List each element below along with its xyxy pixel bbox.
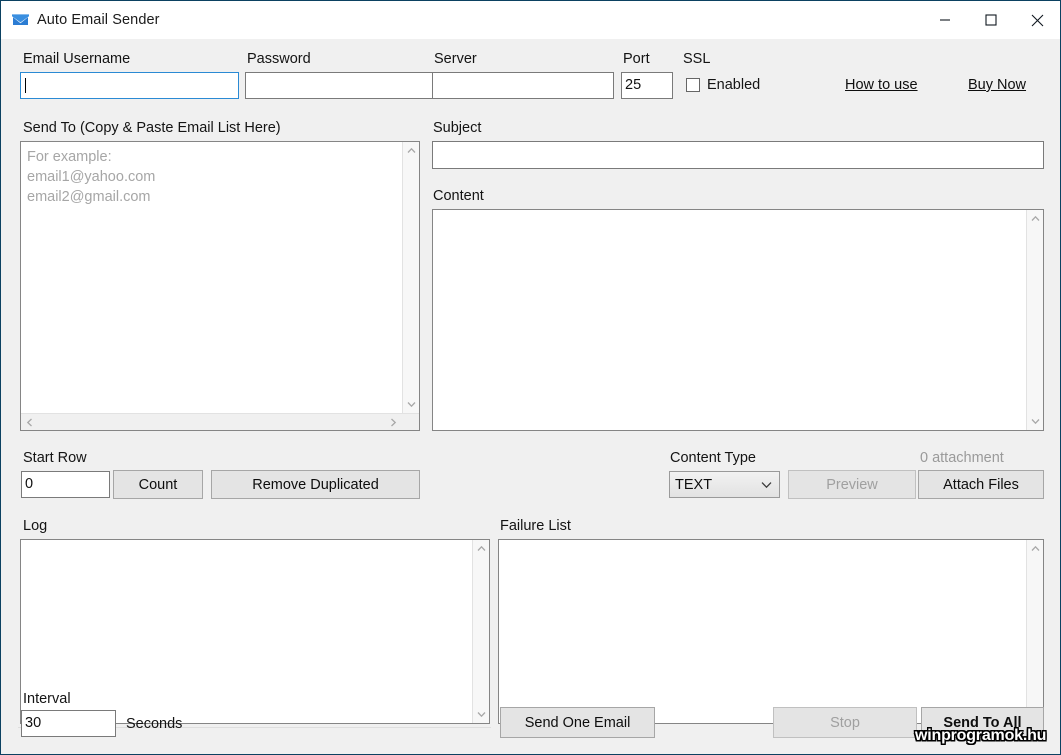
start-row-label: Start Row [23,450,87,466]
log-vertical-scrollbar[interactable] [472,540,489,723]
window-title: Auto Email Sender [37,12,160,28]
failure-list-vertical-scrollbar[interactable] [1026,540,1043,723]
send-one-email-button[interactable]: Send One Email [500,707,655,738]
chevron-up-icon[interactable] [403,142,420,159]
ssl-enabled-label: Enabled [707,77,761,93]
ssl-enabled-checkbox[interactable]: Enabled [686,77,760,93]
interval-label: Interval [23,691,71,707]
content-vertical-scrollbar[interactable] [1026,210,1043,430]
subject-input[interactable] [432,141,1044,169]
chevron-down-icon[interactable] [473,706,490,723]
content-type-value: TEXT [675,476,713,493]
stop-button[interactable]: Stop [773,707,917,738]
title-bar: Auto Email Sender [1,1,1060,39]
password-label: Password [247,51,311,67]
chevron-down-icon [753,481,779,489]
send-to-vertical-scrollbar[interactable] [402,142,419,413]
watermark: winprogramok.hu [915,727,1047,744]
chevron-up-icon[interactable] [1027,210,1044,227]
chevron-left-icon[interactable] [21,414,38,431]
chevron-up-icon[interactable] [473,540,490,557]
remove-duplicated-button[interactable]: Remove Duplicated [211,470,420,499]
application-window: Auto Email Sender Email Username Passwor… [0,0,1061,755]
content-textarea[interactable] [432,209,1044,431]
preview-button[interactable]: Preview [788,470,916,499]
failure-list-label: Failure List [500,518,571,534]
content-label: Content [433,188,484,204]
send-to-label: Send To (Copy & Paste Email List Here) [23,120,281,136]
port-label: Port [623,51,650,67]
send-to-placeholder: For example: email1@yahoo.com email2@gma… [27,149,156,205]
chevron-down-icon[interactable] [1027,413,1044,430]
close-button[interactable] [1014,1,1060,39]
minimize-button[interactable] [922,1,968,39]
client-area: Email Username Password Server Port 25 S… [2,39,1059,753]
checkbox-box [686,78,700,92]
envelope-icon [12,12,29,28]
ssl-label: SSL [683,51,711,67]
chevron-down-icon[interactable] [403,396,420,413]
password-input[interactable] [245,72,435,99]
chevron-up-icon[interactable] [1027,540,1044,557]
start-row-value: 0 [25,476,34,493]
attach-files-button[interactable]: Attach Files [918,470,1044,499]
subject-label: Subject [433,120,482,136]
server-input[interactable] [432,72,614,99]
port-input[interactable]: 25 [621,72,673,99]
log-label: Log [23,518,48,534]
how-to-use-link[interactable]: How to use [845,77,918,93]
text-caret [25,78,26,93]
attachment-status-label: 0 attachment [920,450,1004,466]
count-button[interactable]: Count [113,470,203,499]
server-label: Server [434,51,477,67]
seconds-label: Seconds [126,716,183,732]
chevron-right-icon[interactable] [385,414,402,431]
email-username-input[interactable] [20,72,239,99]
content-type-select[interactable]: TEXT [669,471,780,498]
buy-now-link[interactable]: Buy Now [968,77,1026,93]
window-controls [922,1,1060,39]
send-to-textarea[interactable]: For example: email1@yahoo.com email2@gma… [20,141,420,431]
email-username-label: Email Username [23,51,131,67]
send-to-horizontal-scrollbar[interactable] [21,413,419,430]
failure-list-textarea[interactable] [498,539,1044,724]
interval-input[interactable]: 30 [21,710,116,737]
interval-value: 30 [25,715,42,732]
log-textarea[interactable] [20,539,490,724]
maximize-button[interactable] [968,1,1014,39]
start-row-input[interactable]: 0 [21,471,110,498]
port-value: 25 [625,77,642,94]
content-type-label: Content Type [670,450,756,466]
